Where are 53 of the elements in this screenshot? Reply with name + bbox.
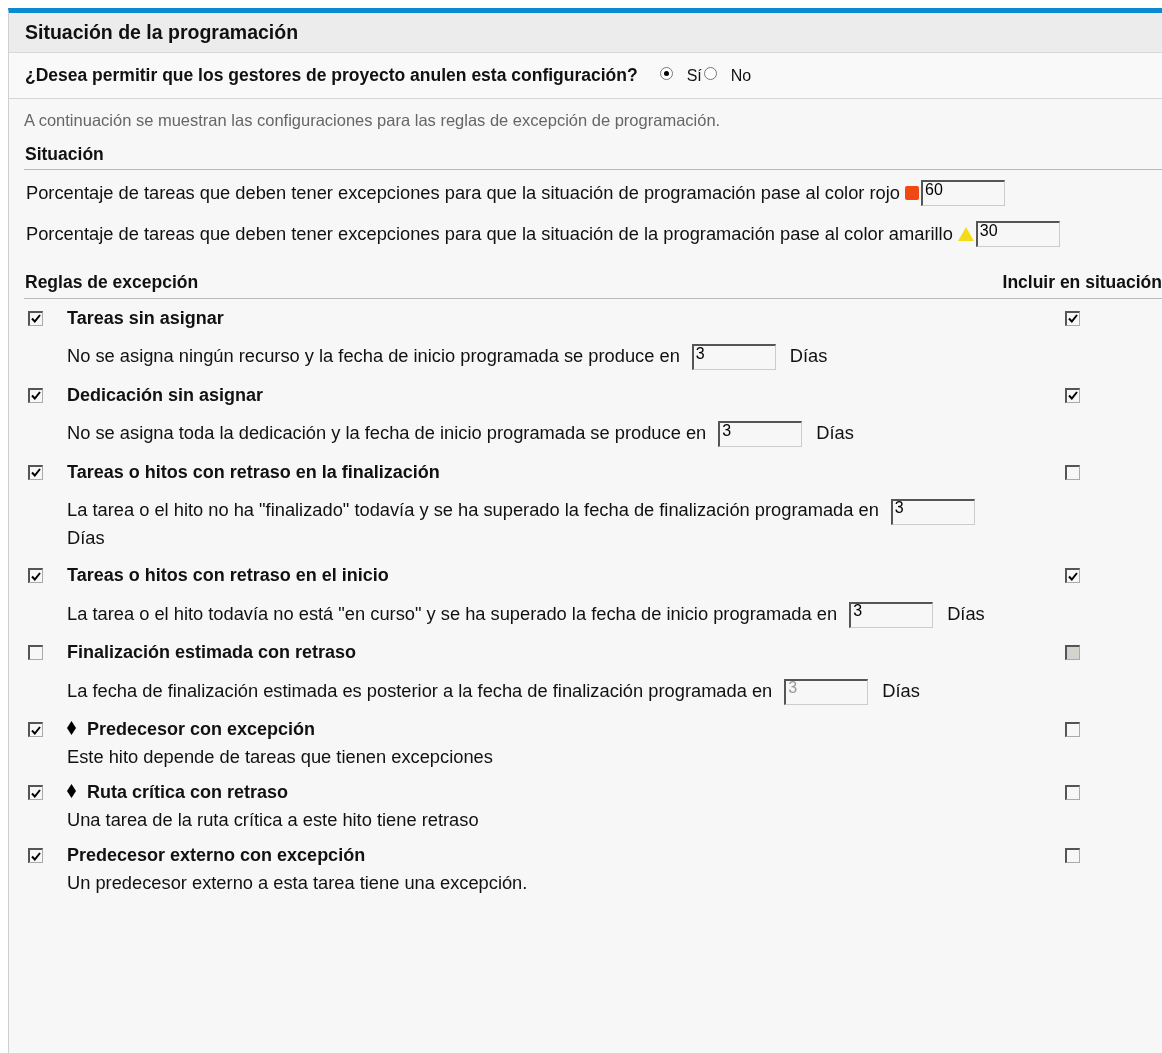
days-unit: Días [67,526,105,548]
column-heading: Incluir en situación [1001,271,1162,293]
intro-text: A continuación se muestran las configuraciones para las reglas de excepción de programación. [24,110,722,131]
days-unit: Días [789,345,828,366]
rule-description: Este hito depende de tareas que tienen excepciones [67,745,493,767]
include-checkbox[interactable] [1065,387,1080,403]
rule-description: No se asigna ningún recurso y la fecha de inicio programada se produce en [67,345,680,366]
include-checkbox[interactable] [1065,310,1080,326]
include-checkbox[interactable] [1065,785,1080,801]
rule-description: Un predecesor externo a esta tarea tiene una excepción. [67,871,528,893]
threshold-label: Porcentaje de tareas que deben tener excepciones para que la situación de programación pase al color rojo [26,182,900,204]
include-checkbox[interactable] [1065,848,1080,864]
rule-title: Tareas o hitos con retraso en la finalización [67,461,441,483]
rule-description: No se asigna toda la dedicación y la fecha de inicio programada se produce en [67,422,707,444]
radio-button[interactable] [703,66,717,80]
percent-field[interactable]: 60 [921,180,1005,206]
section-heading: Situación [24,143,104,165]
days-unit: Días [947,602,985,624]
days-field[interactable]: 3 [718,421,803,448]
include-checkbox[interactable] [1065,464,1080,480]
radio-label[interactable]: Sí [686,66,702,85]
radio-label[interactable]: No [730,66,752,85]
radio-button[interactable] [659,66,673,80]
days-field[interactable]: 3 [849,601,934,628]
rule-title: Predecesor externo con excepción [67,845,367,867]
checkbox[interactable] [28,848,43,864]
checkbox[interactable] [28,722,43,738]
percent-field[interactable]: 30 [975,221,1060,247]
days-unit: Días [816,422,854,444]
rule-title: Finalización estimada con retraso [67,642,358,664]
checkbox[interactable] [28,785,43,801]
checkbox[interactable] [28,387,43,403]
rule-title: Ruta crítica con retraso [87,782,290,804]
rule-description: La fecha de finalización estimada es posterior a la fecha de finalización programada en [67,679,773,701]
override-question: ¿Desea permitir que los gestores de proyecto anulen esta configuración? [25,65,638,86]
days-field[interactable]: 3 [890,498,975,525]
rule-title: Tareas sin asignar [67,307,225,329]
checkbox[interactable] [28,568,43,583]
section-heading: Reglas de excepción [24,271,199,293]
rule-description: La tarea o el hito todavía no está "en curso" y se ha superado la fecha de inicio programada en [67,602,838,624]
days-field[interactable]: 3 [691,344,776,371]
rule-title: Tareas o hitos con retraso en el inicio [67,565,390,586]
days-unit: Días [882,679,920,701]
threshold-label: Porcentaje de tareas que deben tener excepciones para que la situación de la programación pase al color amarillo [26,223,953,245]
checkbox[interactable] [28,464,43,480]
rule-description: La tarea o el hito no ha "finalizado" todavía y se ha superado la fecha de finalización programada en [67,499,879,521]
include-checkbox[interactable] [1065,722,1080,738]
checkbox[interactable] [28,310,43,326]
panel-title: Situación de la programación [25,21,299,44]
include-checkbox[interactable] [1065,568,1080,583]
rule-title: Dedicación sin asignar [67,384,265,406]
rule-description: Una tarea de la ruta crítica a este hito tiene retraso [67,808,479,830]
rule-title: Predecesor con excepción [87,719,317,741]
